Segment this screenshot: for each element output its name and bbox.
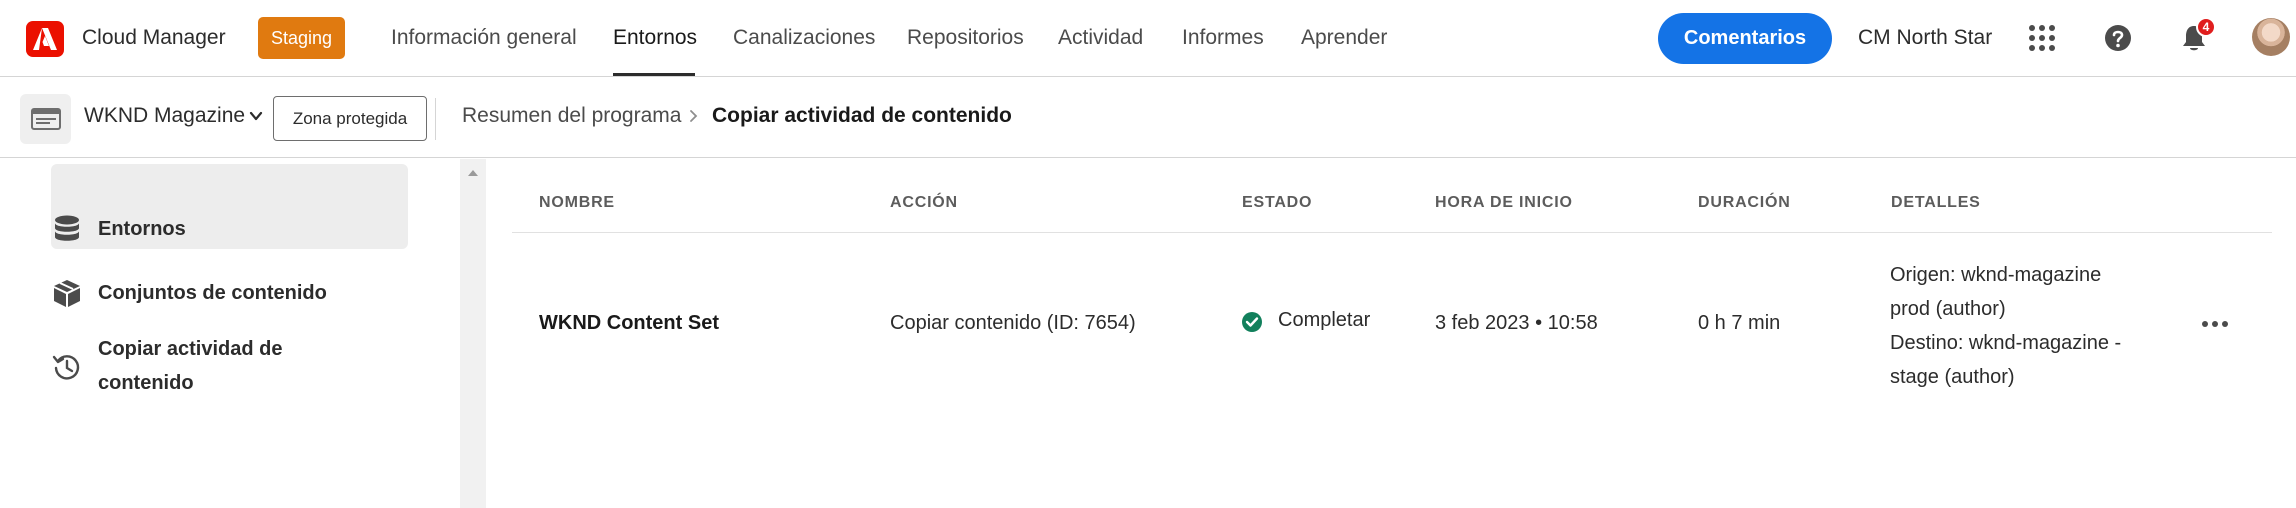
sidebar-item-copy-content-activity[interactable]: Copiar actividad de contenido [52, 332, 283, 400]
details-line: Origen: wknd-magazine [1890, 264, 2102, 286]
feedback-button[interactable]: Comentarios [1658, 13, 1832, 64]
tab-overview[interactable]: Información general [391, 26, 577, 50]
history-icon [52, 355, 80, 380]
bell-icon[interactable]: 4 [2176, 17, 2216, 56]
sidebar-item-content-sets[interactable]: Conjuntos de contenido [52, 276, 327, 310]
sidebar-item-environments[interactable]: Entornos [52, 212, 186, 246]
breadcrumb-current-page: Copiar actividad de contenido [712, 104, 1012, 127]
more-actions-icon[interactable] [2202, 317, 2232, 331]
apps-grid-icon[interactable] [2024, 20, 2060, 56]
program-header: WKND Magazine Zona protegida Resumen del… [0, 78, 2296, 158]
tab-learn[interactable]: Aprender [1301, 26, 1387, 50]
chevron-down-icon[interactable] [248, 108, 264, 124]
scroll-up-arrow-icon[interactable] [466, 168, 480, 178]
organization-name[interactable]: CM North Star [1858, 26, 1992, 50]
sidebar-scrollbar[interactable] [460, 159, 486, 508]
notification-count-badge: 4 [2196, 17, 2216, 37]
sidebar-item-label: Conjuntos de contenido [98, 282, 327, 304]
chevron-right-icon [690, 110, 698, 122]
column-header-name[interactable]: NOMBRE [539, 194, 615, 212]
app-title[interactable]: Cloud Manager [82, 26, 226, 50]
column-header-action[interactable]: ACCIÓN [890, 194, 958, 212]
column-header-status[interactable]: ESTADO [1242, 194, 1312, 212]
table-header-divider [512, 232, 2272, 233]
help-icon[interactable] [2100, 20, 2136, 56]
sidebar-item-label-line1: Copiar actividad de [98, 338, 283, 360]
tab-repositories[interactable]: Repositorios [907, 26, 1024, 50]
details-line: stage (author) [1890, 366, 2015, 388]
adobe-logo-icon [33, 28, 57, 50]
row-start-time: 3 feb 2023 • 10:58 [1435, 312, 1598, 334]
row-details: Origen: wknd-magazine prod (author) Dest… [1890, 258, 2150, 394]
row-duration: 0 h 7 min [1698, 312, 1781, 334]
tab-reports[interactable]: Informes [1182, 26, 1264, 50]
sandbox-tag: Zona protegida [273, 96, 427, 141]
sidebar-item-label: Entornos [98, 218, 186, 240]
box-icon [54, 280, 80, 307]
adobe-logo[interactable] [26, 21, 64, 57]
breadcrumb-program-overview[interactable]: Resumen del programa [462, 104, 681, 128]
tab-activity[interactable]: Actividad [1058, 26, 1143, 50]
check-circle-icon [1242, 312, 1262, 332]
row-status: Completar [1278, 309, 1371, 331]
sidebar-item-label: Copiar actividad de contenido [98, 332, 283, 400]
top-navigation: Cloud Manager Staging Información genera… [0, 0, 2296, 77]
environment-badge: Staging [258, 17, 346, 59]
column-header-start-time[interactable]: HORA DE INICIO [1435, 194, 1573, 212]
column-header-duration[interactable]: DURACIÓN [1698, 194, 1791, 212]
database-icon [55, 215, 79, 241]
program-name[interactable]: WKND Magazine [84, 104, 245, 128]
column-header-details[interactable]: DETALLES [1891, 194, 1981, 212]
details-line: Destino: wknd-magazine - [1890, 332, 2122, 354]
sidebar-item-label-line2: contenido [98, 372, 194, 394]
row-name: WKND Content Set [539, 312, 719, 334]
details-line: prod (author) [1890, 298, 2006, 320]
tab-environments[interactable]: Entornos [613, 26, 697, 50]
row-action: Copiar contenido (ID: 7654) [890, 312, 1136, 334]
program-icon[interactable] [20, 94, 71, 144]
divider [435, 98, 436, 140]
avatar[interactable] [2252, 18, 2290, 56]
tab-pipelines[interactable]: Canalizaciones [733, 26, 875, 50]
active-tab-indicator [613, 73, 695, 76]
